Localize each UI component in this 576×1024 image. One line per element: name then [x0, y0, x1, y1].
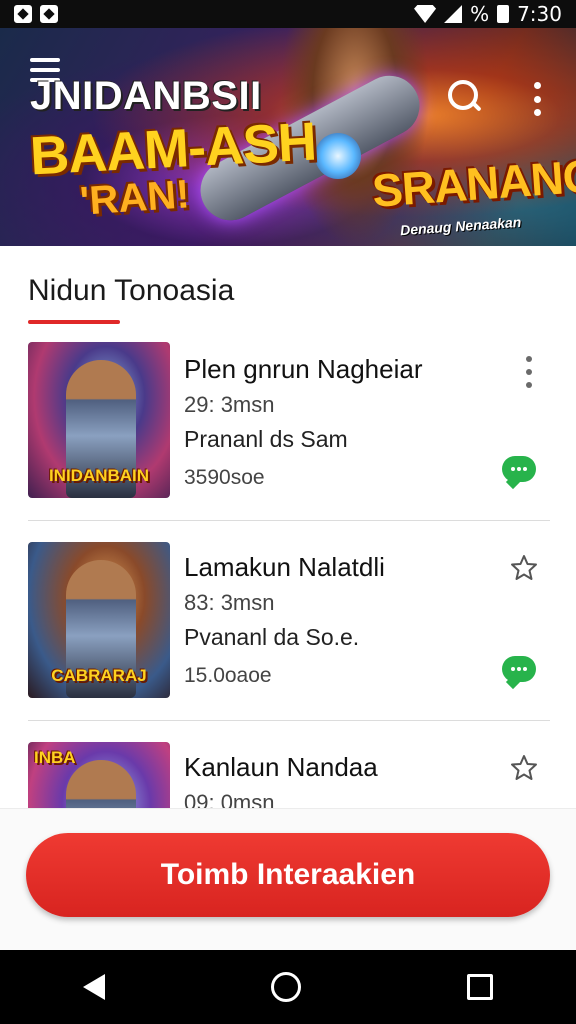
- chat-icon[interactable]: [502, 656, 536, 682]
- app-notification-icon: [14, 5, 32, 23]
- item-tag: Prananl ds Sam: [184, 426, 348, 452]
- bottom-action-area: Toimb Interaakien: [0, 808, 576, 950]
- game-list[interactable]: INIDANBAIN Plen gnrun Nagheiar 29: 3msn …: [0, 330, 576, 808]
- list-item[interactable]: CABRARAJ Lamakun Nalatdli 83: 3msn Pvana…: [0, 530, 576, 728]
- system-nav-bar: [0, 950, 576, 1024]
- status-bar: % 7:30: [0, 0, 576, 28]
- section-underline: [28, 320, 120, 324]
- item-title[interactable]: Lamakun Nalatdli: [184, 552, 385, 583]
- chat-icon[interactable]: [502, 456, 536, 482]
- game-thumbnail[interactable]: INBA: [28, 742, 170, 808]
- thumbnail-caption: INBA: [34, 748, 76, 767]
- thumbnail-caption: INIDANBAIN: [48, 466, 150, 485]
- list-item[interactable]: INIDANBAIN Plen gnrun Nagheiar 29: 3msn …: [0, 330, 576, 528]
- item-meta: 29: 3msn: [184, 392, 275, 417]
- battery-icon: [497, 5, 510, 23]
- star-outline-icon[interactable]: [510, 754, 538, 782]
- item-count: 15.0oaoe: [184, 664, 272, 687]
- wifi-icon: [414, 5, 437, 23]
- item-tag: Pvananl da So.e.: [184, 624, 360, 650]
- list-item[interactable]: INBA Kanlaun Nandaa 09: 0msn: [0, 730, 576, 808]
- signal-icon: [444, 5, 463, 23]
- star-outline-icon[interactable]: [510, 554, 538, 582]
- battery-percent: %: [470, 2, 490, 26]
- banner-glow-art: [315, 133, 361, 179]
- status-left: [14, 5, 58, 23]
- item-title[interactable]: Plen gnrun Nagheiar: [184, 354, 423, 385]
- more-vert-icon[interactable]: [524, 356, 534, 388]
- divider: [28, 720, 550, 721]
- banner-title-top: JNIDANBSII: [30, 74, 262, 118]
- back-icon[interactable]: [83, 974, 105, 1000]
- clock: 7:30: [517, 2, 562, 26]
- recents-icon[interactable]: [467, 974, 493, 1000]
- item-meta: 83: 3msn: [184, 590, 275, 615]
- image-notification-icon: [40, 5, 58, 23]
- game-thumbnail[interactable]: INIDANBAIN: [28, 342, 170, 498]
- thumbnail-caption: CABRARAJ: [51, 666, 147, 685]
- banner-title-sub: 'RAN!: [78, 172, 191, 224]
- header-banner: JNIDANBSII BAAM-ASH 'RAN! SRANANG Denaug…: [0, 28, 576, 246]
- item-count: 3590soe: [184, 466, 265, 489]
- section-title: Nidun Tonoasia: [28, 274, 235, 307]
- game-thumbnail[interactable]: CABRARAJ: [28, 542, 170, 698]
- item-title[interactable]: Kanlaun Nandaa: [184, 752, 378, 783]
- item-meta: 09: 0msn: [184, 790, 275, 808]
- status-right: % 7:30: [414, 2, 562, 26]
- home-icon[interactable]: [271, 972, 301, 1002]
- divider: [28, 520, 550, 521]
- primary-action-button[interactable]: Toimb Interaakien: [26, 833, 550, 917]
- search-icon[interactable]: [448, 80, 482, 114]
- more-vert-icon[interactable]: [532, 82, 542, 116]
